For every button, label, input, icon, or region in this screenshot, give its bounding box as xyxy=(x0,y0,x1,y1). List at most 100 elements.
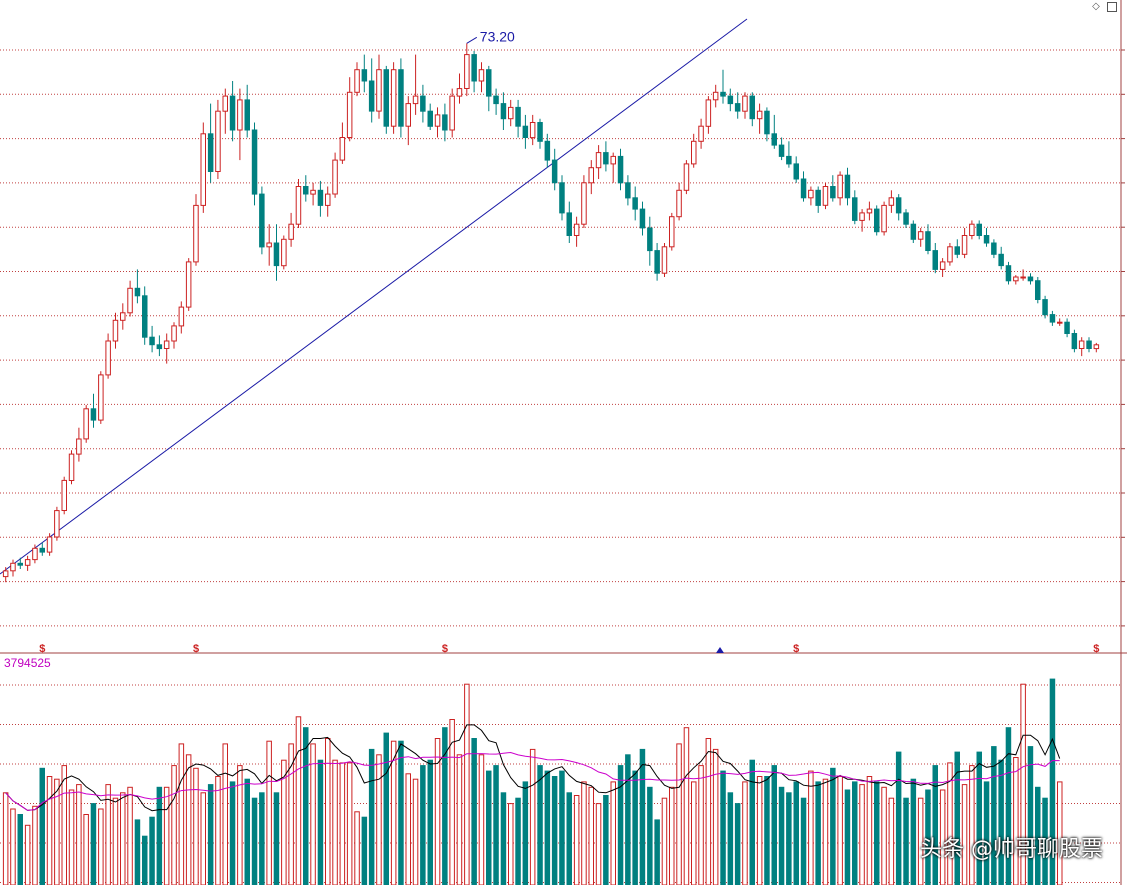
volume-bar xyxy=(10,808,16,885)
candle-body xyxy=(83,408,89,440)
volume-bar xyxy=(573,795,580,885)
candle-body xyxy=(529,122,536,139)
volume-bar xyxy=(910,778,917,885)
candle-body xyxy=(515,106,521,127)
candle xyxy=(830,175,836,202)
candle-body xyxy=(712,91,719,101)
volume-bar xyxy=(54,778,60,885)
candle xyxy=(273,224,280,281)
candle xyxy=(852,190,858,225)
volume-bar xyxy=(756,776,763,885)
candle-body xyxy=(866,208,873,214)
candle xyxy=(895,194,902,221)
candle-body xyxy=(68,453,75,482)
volume-bar xyxy=(698,765,704,885)
candle-body xyxy=(1086,340,1092,349)
volume-bar xyxy=(420,765,426,885)
candle xyxy=(317,180,324,217)
volume-bar xyxy=(588,786,594,885)
candle-body xyxy=(1005,265,1012,282)
panel-toggle-icon[interactable] xyxy=(1107,2,1117,12)
volume-bar xyxy=(120,792,126,885)
candle-body xyxy=(346,91,353,139)
candle-body xyxy=(215,110,221,172)
volume-bar xyxy=(712,748,719,885)
candle xyxy=(603,141,609,172)
candle xyxy=(588,160,594,195)
volume-bar xyxy=(786,792,792,885)
candle-body xyxy=(54,510,60,538)
candle-body xyxy=(844,174,851,199)
candle xyxy=(786,141,792,168)
volume-bar xyxy=(895,751,902,885)
candle-body xyxy=(46,536,53,553)
candle xyxy=(998,246,1004,270)
volume-bar xyxy=(874,781,880,885)
candle xyxy=(881,201,887,236)
candle xyxy=(420,84,426,123)
candle-body xyxy=(471,54,477,82)
volume-bar xyxy=(859,784,865,885)
candle xyxy=(251,122,258,206)
candle xyxy=(522,114,529,149)
candle xyxy=(537,118,543,149)
candle xyxy=(237,88,243,161)
volume-bar xyxy=(434,738,441,885)
candle-body xyxy=(76,438,82,455)
candle xyxy=(464,43,470,97)
candle xyxy=(171,322,177,349)
volume-bar xyxy=(310,743,316,885)
volume-bar xyxy=(478,754,485,885)
candle xyxy=(303,175,309,202)
volume-bar xyxy=(76,784,82,885)
volume-bar xyxy=(998,759,1004,885)
candle xyxy=(76,427,82,462)
candle-body xyxy=(888,197,895,206)
volume-bar xyxy=(361,816,368,885)
volume-bar xyxy=(866,776,873,885)
candle xyxy=(1071,329,1078,353)
volume-bar xyxy=(90,803,97,885)
volume-bar xyxy=(163,786,170,885)
candle xyxy=(874,205,880,236)
candle xyxy=(500,92,507,130)
volume-bar xyxy=(405,773,411,885)
volume-bar xyxy=(1013,757,1019,885)
candle xyxy=(376,54,382,119)
volume-bar xyxy=(764,776,770,885)
volume-bar xyxy=(647,786,653,885)
candle-body xyxy=(954,246,960,255)
volume-bar xyxy=(251,797,258,885)
diamond-icon[interactable]: ◇ xyxy=(1091,2,1101,12)
candle xyxy=(207,103,214,183)
candle xyxy=(10,559,16,577)
candle xyxy=(449,88,455,138)
candle-body xyxy=(310,189,316,195)
candle xyxy=(800,171,807,202)
candle-body xyxy=(895,197,902,214)
volume-bar xyxy=(325,738,331,885)
candle-body xyxy=(1042,299,1048,316)
candle-body xyxy=(171,325,177,342)
candle-body xyxy=(815,189,821,206)
candle-body xyxy=(544,140,551,161)
candle-body xyxy=(947,246,953,263)
candle-body xyxy=(573,223,580,236)
volume-bar xyxy=(654,819,660,885)
candle xyxy=(120,303,126,330)
volume-bar xyxy=(185,754,192,885)
candle xyxy=(544,133,551,168)
candle xyxy=(1064,318,1070,338)
volume-bar xyxy=(610,781,616,885)
candle xyxy=(346,77,353,142)
candle xyxy=(471,50,477,93)
candle-body xyxy=(17,562,23,566)
candle-body xyxy=(339,137,346,161)
volume-bar xyxy=(617,765,624,885)
candle xyxy=(1093,342,1100,353)
volume-bar xyxy=(493,765,499,885)
volume-bar xyxy=(427,759,433,885)
candle-body xyxy=(705,99,712,127)
volume-bar xyxy=(134,819,141,885)
candle-body xyxy=(522,125,529,138)
